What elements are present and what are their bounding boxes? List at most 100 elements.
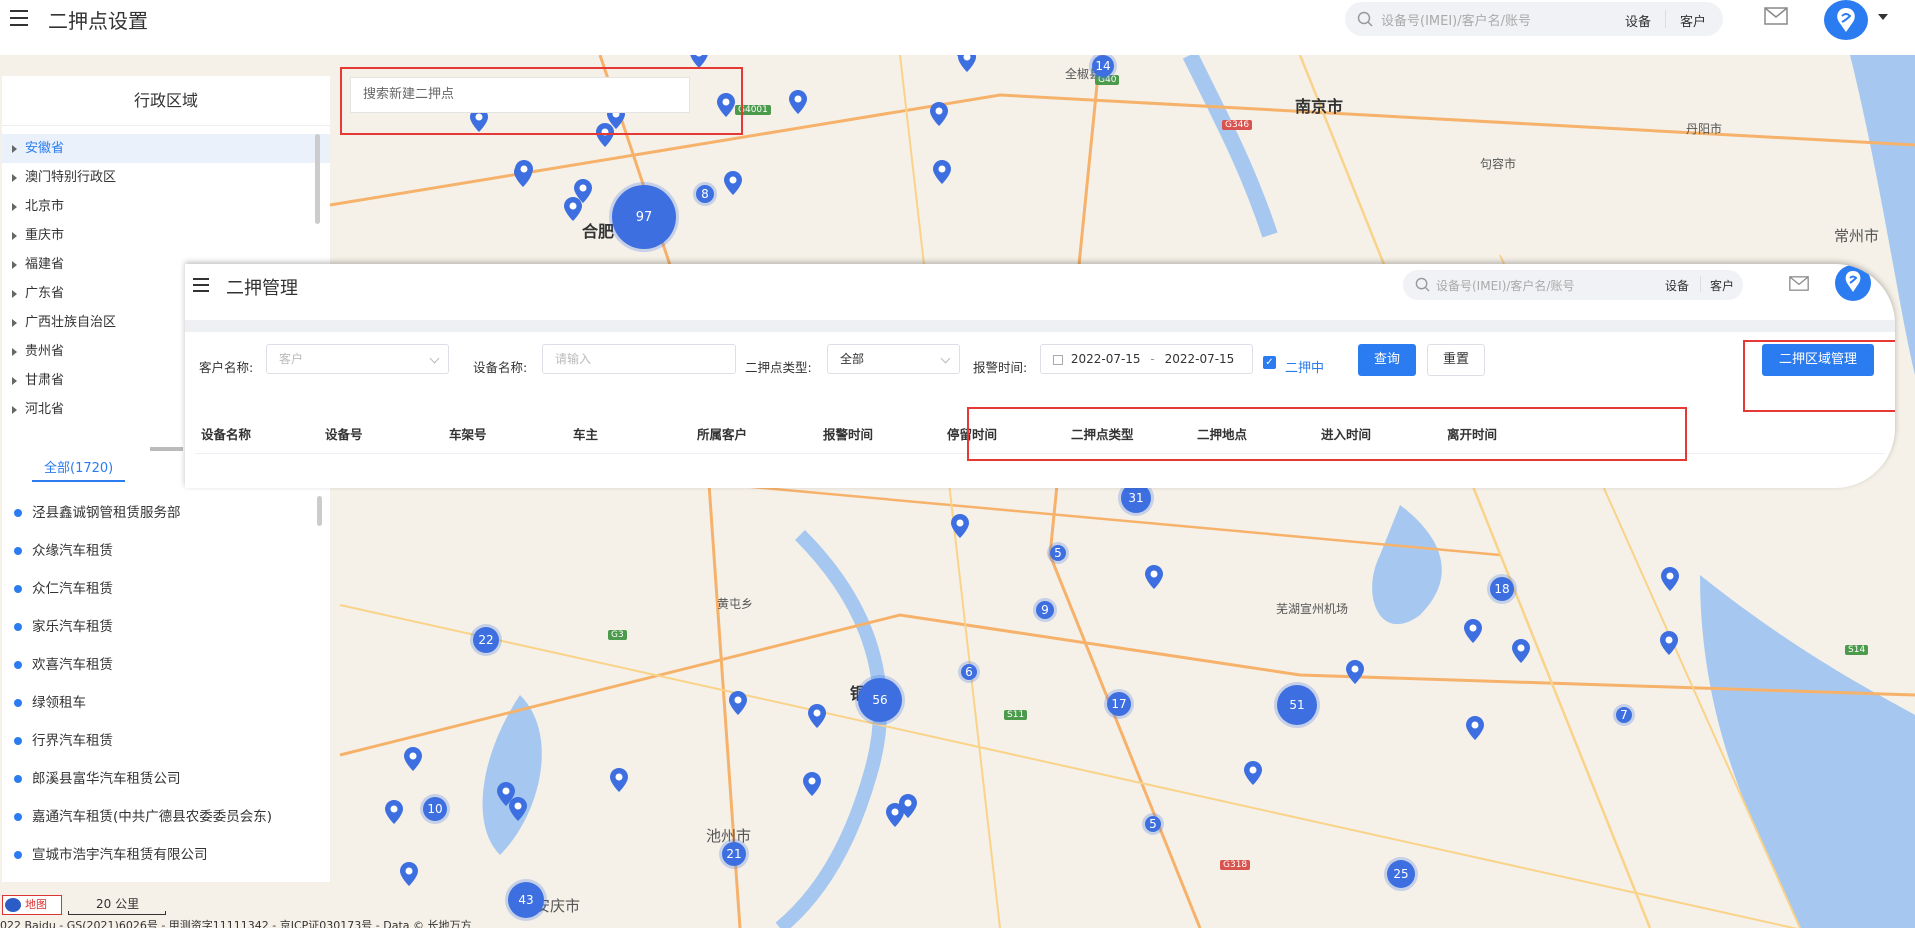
search-type-device[interactable]: 设备 — [1625, 11, 1651, 30]
cluster-marker[interactable]: 8 — [696, 185, 714, 203]
location-pin-icon[interactable] — [729, 691, 747, 715]
location-pin-icon[interactable] — [803, 772, 821, 796]
column-header[interactable]: 车主 — [573, 424, 598, 443]
location-pin-icon[interactable] — [951, 514, 969, 538]
column-header[interactable]: 设备号 — [325, 424, 363, 443]
column-header[interactable]: 设备名称 — [201, 424, 251, 443]
location-pin-icon[interactable] — [610, 768, 628, 792]
cluster-marker[interactable]: 17 — [1107, 692, 1131, 716]
province-item[interactable]: 北京市 — [2, 192, 330, 221]
avatar[interactable] — [1824, 0, 1868, 40]
customer-select-placeholder: 客户 — [279, 352, 304, 366]
location-pin-icon[interactable] — [1244, 761, 1262, 785]
location-pin-icon[interactable] — [789, 90, 807, 114]
map-scale-label: 20 公里 — [96, 897, 140, 911]
cluster-marker[interactable]: 10 — [423, 797, 447, 821]
cluster-marker[interactable]: 22 — [473, 627, 499, 653]
customer-item[interactable]: 家乐汽车租赁 — [2, 608, 272, 646]
status-dot — [14, 775, 22, 783]
cluster-marker[interactable]: 5 — [1145, 816, 1161, 832]
search-input[interactable]: 设备号(IMEI)/客户名/账号 — [1381, 10, 1601, 29]
customer-name: 郎溪县富华汽车租赁公司 — [32, 771, 181, 787]
customer-item[interactable]: 众缘汽车租赁 — [2, 532, 272, 570]
mail-icon[interactable] — [1764, 7, 1788, 25]
column-header[interactable]: 车架号 — [449, 424, 487, 443]
province-item[interactable]: 重庆市 — [2, 221, 330, 250]
search-type-customer[interactable]: 客户 — [1680, 11, 1706, 30]
reset-button[interactable]: 重置 — [1427, 344, 1485, 376]
status-dot — [14, 813, 22, 821]
search-input[interactable]: 设备号(IMEI)/客户名/账号 — [1436, 277, 1574, 294]
in-mortgage-label[interactable]: 二押中 — [1285, 357, 1324, 376]
location-pin-icon[interactable] — [1346, 660, 1364, 684]
location-pin-icon[interactable] — [404, 747, 422, 771]
scrollbar[interactable] — [317, 496, 322, 526]
location-pin-icon[interactable] — [899, 794, 917, 818]
date-range-picker[interactable]: 2022-07-15 - 2022-07-15 — [1040, 344, 1253, 374]
customer-item[interactable]: 欢喜汽车租赁 — [2, 646, 272, 684]
cluster-marker[interactable]: 9 — [1036, 601, 1054, 619]
location-pin-icon[interactable] — [1145, 565, 1163, 589]
scrollbar[interactable] — [150, 447, 183, 451]
location-pin-icon[interactable] — [1660, 631, 1678, 655]
customer-item[interactable]: 嘉通汽车租赁(中共广德县农委委员会东) — [2, 798, 272, 836]
customer-item[interactable]: 行界汽车租赁 — [2, 722, 272, 760]
location-pin-icon[interactable] — [1464, 619, 1482, 643]
query-button[interactable]: 查询 — [1358, 344, 1416, 376]
customer-item[interactable]: 泾县鑫诚钢管租赁服务部 — [2, 494, 272, 532]
search-new-point-input[interactable]: 搜索新建二押点 — [350, 77, 690, 113]
in-mortgage-checkbox[interactable]: ✓ — [1263, 356, 1276, 369]
location-pin-icon[interactable] — [933, 160, 951, 184]
location-pin-icon[interactable] — [958, 55, 976, 72]
province-item[interactable]: 澳门特别行政区 — [2, 163, 330, 192]
cluster-marker[interactable]: 51 — [1277, 685, 1317, 725]
cluster-marker[interactable]: 14 — [1092, 55, 1114, 77]
location-pin-icon[interactable] — [808, 704, 826, 728]
customer-item[interactable]: 郎溪县富华汽车租赁公司 — [2, 760, 272, 798]
device-name-input[interactable]: 请输入 — [542, 344, 736, 374]
location-pin-icon[interactable] — [400, 862, 418, 886]
cluster-marker[interactable]: 56 — [858, 678, 902, 722]
panel-header: 二押管理 设备号(IMEI)/客户名/账号 设备 客户 — [185, 264, 1895, 316]
cluster-marker[interactable]: 18 — [1490, 577, 1514, 601]
caret-right-icon — [12, 144, 17, 153]
location-pin-icon[interactable] — [385, 800, 403, 824]
hamburger-menu-icon[interactable] — [193, 278, 211, 296]
location-pin-icon[interactable] — [564, 197, 582, 221]
search-type-customer[interactable]: 客户 — [1710, 277, 1734, 294]
customer-item[interactable]: 绿领租车 — [2, 684, 272, 722]
cluster-marker[interactable]: 6 — [961, 664, 977, 680]
global-search[interactable]: 设备号(IMEI)/客户名/账号 设备 客户 — [1345, 2, 1723, 36]
avatar[interactable] — [1835, 265, 1871, 301]
search-type-device[interactable]: 设备 — [1665, 277, 1689, 294]
status-dot — [14, 547, 22, 555]
location-pin-icon[interactable] — [1661, 567, 1679, 591]
location-pin-icon[interactable] — [1512, 639, 1530, 663]
cluster-marker[interactable]: 7 — [1616, 707, 1632, 723]
location-pin-icon[interactable] — [724, 171, 742, 195]
baidu-map-logo[interactable]: 地图 — [2, 895, 62, 915]
chevron-down-icon[interactable] — [1878, 14, 1888, 20]
hamburger-menu-icon[interactable] — [10, 10, 30, 26]
customer-item[interactable]: 众仁汽车租赁 — [2, 570, 272, 608]
cluster-marker[interactable]: 97 — [612, 185, 676, 249]
page-title: 二押点设置 — [48, 9, 148, 33]
cluster-marker[interactable]: 5 — [1050, 545, 1066, 561]
panel-search[interactable]: 设备号(IMEI)/客户名/账号 设备 客户 — [1403, 270, 1743, 300]
column-header[interactable]: 报警时间 — [823, 424, 873, 443]
location-pin-icon[interactable] — [1466, 716, 1484, 740]
province-label: 北京市 — [25, 199, 65, 214]
customer-item[interactable]: 宣城市浩宇汽车租赁有限公司 — [2, 836, 272, 874]
province-item[interactable]: 安徽省 — [2, 134, 330, 163]
cluster-marker[interactable]: 21 — [722, 842, 746, 866]
customer-select[interactable]: 客户 — [266, 344, 449, 374]
type-select[interactable]: 全部 — [827, 344, 960, 374]
mail-icon[interactable] — [1789, 276, 1809, 291]
location-pin-icon[interactable] — [509, 797, 527, 821]
column-header[interactable]: 所属客户 — [697, 424, 747, 443]
location-pin-icon[interactable] — [930, 102, 948, 126]
scrollbar[interactable] — [315, 134, 320, 224]
location-pin-icon[interactable] — [515, 160, 533, 184]
cluster-marker[interactable]: 25 — [1387, 860, 1415, 888]
tab-all[interactable]: 全部(1720) — [32, 457, 126, 482]
